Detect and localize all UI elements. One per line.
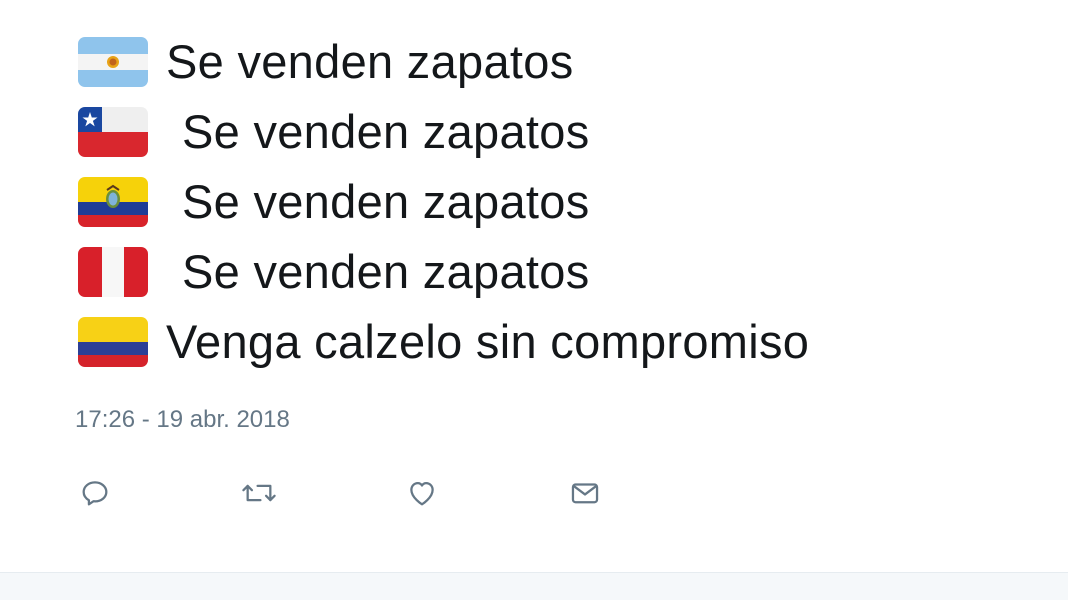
tweet-line-1: Se venden zapatos [78, 36, 574, 88]
retweet-button[interactable] [236, 470, 282, 516]
ecuador-flag-icon [78, 177, 148, 227]
envelope-icon [571, 483, 599, 504]
tweet-line-4: Se venden zapatos [78, 246, 590, 298]
chile-flag-icon [78, 107, 148, 157]
peru-flag-icon [78, 247, 148, 297]
tweet-line-5: Venga calzelo sin compromiso [78, 316, 809, 368]
like-button[interactable] [399, 470, 445, 516]
tweet-line-text: Se venden zapatos [166, 35, 574, 88]
reply-button[interactable] [72, 470, 118, 516]
argentina-flag-icon [78, 37, 148, 87]
tweet-line-text: Venga calzelo sin compromiso [166, 315, 810, 368]
tweet-card: Se venden zapatos Se venden zapatos Se v… [0, 0, 1068, 572]
retweet-icon [242, 484, 276, 502]
tweet-action-bar [0, 470, 1068, 516]
tweet-line-text: Se venden zapatos [182, 175, 590, 228]
heart-icon [410, 481, 434, 506]
tweet-line-2: Se venden zapatos [78, 106, 590, 158]
tweet-footer-strip [0, 572, 1068, 600]
colombia-flag-icon [78, 317, 148, 367]
tweet-line-text: Se venden zapatos [182, 105, 590, 158]
direct-message-button[interactable] [562, 470, 608, 516]
tweet-timestamp[interactable]: 17:26 - 19 abr. 2018 [75, 406, 290, 434]
reply-icon [82, 481, 108, 506]
tweet-line-3: Se venden zapatos [78, 176, 590, 228]
tweet-line-text: Se venden zapatos [182, 245, 590, 298]
